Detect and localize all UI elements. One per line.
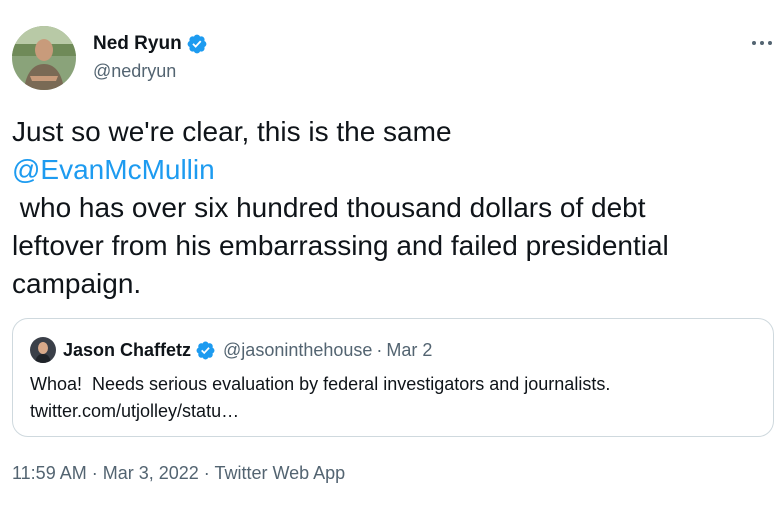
- tweet-date[interactable]: Mar 3, 2022: [103, 463, 199, 483]
- more-horizontal-icon: [752, 41, 772, 45]
- quoted-author-avatar[interactable]: [30, 337, 56, 363]
- tweet: Ned Ryun @nedryun Just so we're clear, t…: [0, 0, 780, 507]
- separator-dot: ·: [86, 463, 103, 483]
- quoted-author-name[interactable]: Jason Chaffetz: [63, 338, 191, 362]
- quoted-tweet-header: Jason Chaffetz @jasoninthehouse · Mar 2: [63, 338, 432, 362]
- quoted-tweet-text-line: Whoa! Needs serious evaluation by federa…: [30, 374, 611, 394]
- quoted-tweet-date[interactable]: Mar 2: [386, 338, 432, 362]
- quoted-tweet-card[interactable]: Jason Chaffetz @jasoninthehouse · Mar 2 …: [12, 318, 774, 437]
- quoted-author-handle[interactable]: @jasoninthehouse: [223, 338, 372, 362]
- tweet-text-line: Just so we're clear, this is the same: [12, 116, 452, 147]
- tweet-source[interactable]: Twitter Web App: [214, 463, 345, 483]
- profile-photo-icon: [12, 26, 76, 90]
- separator-dot: ·: [198, 463, 215, 483]
- tweet-meta: 11:59 AM · Mar 3, 2022 · Twitter Web App: [12, 461, 345, 485]
- author-avatar[interactable]: [12, 26, 76, 90]
- tweet-time[interactable]: 11:59 AM: [12, 463, 87, 483]
- quoted-tweet-text: Whoa! Needs serious evaluation by federa…: [30, 371, 610, 425]
- verified-badge-icon: [186, 33, 208, 55]
- author-name-text: Ned Ryun: [93, 33, 182, 54]
- tweet-text-line: who has over six hundred thousand dollar…: [12, 192, 646, 223]
- tweet-text: Just so we're clear, this is the same @E…: [12, 113, 772, 303]
- separator-dot: ·: [376, 340, 383, 360]
- mention-link[interactable]: @EvanMcMullin: [12, 151, 772, 189]
- more-options-button[interactable]: [748, 32, 776, 54]
- profile-photo-icon: [30, 337, 56, 363]
- quoted-tweet-link: twitter.com/utjolley/statu…: [30, 401, 240, 421]
- author-name[interactable]: Ned Ryun: [93, 32, 208, 56]
- tweet-text-line: campaign.: [12, 268, 142, 299]
- author-handle[interactable]: @nedryun: [93, 60, 176, 82]
- verified-badge-icon: [195, 340, 216, 361]
- tweet-text-line: leftover from his embarrassing and faile…: [12, 230, 669, 261]
